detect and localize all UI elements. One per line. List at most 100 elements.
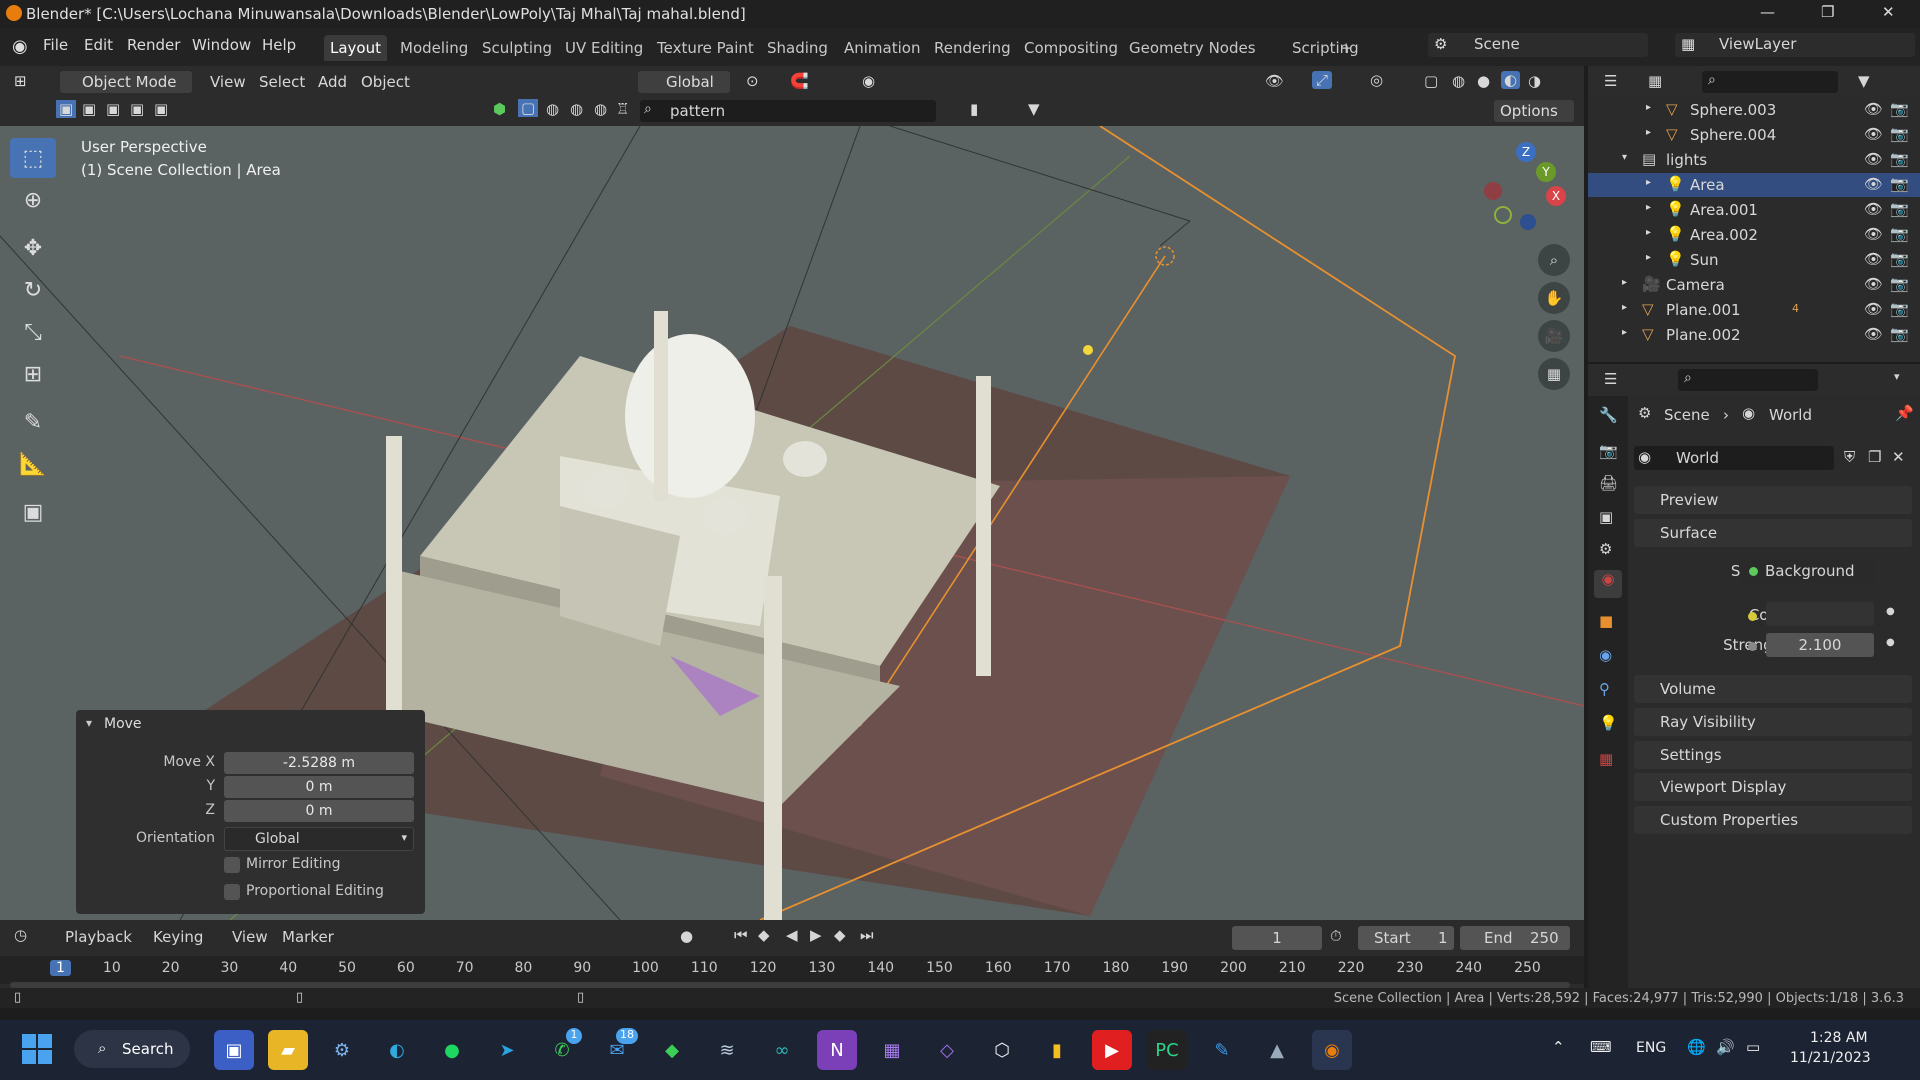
editor-type-icon[interactable]: ⊞	[14, 72, 27, 90]
menu-object[interactable]: Object	[361, 73, 410, 91]
visibility-eye-icon[interactable]: 👁	[1864, 150, 1883, 168]
language-indicator[interactable]: ENG	[1636, 1040, 1666, 1056]
breadcrumb-world[interactable]: World	[1769, 406, 1812, 424]
preview-panel[interactable]: Preview	[1634, 486, 1912, 514]
outliner-row[interactable]: ▸ 💡 Sun 👁 📷	[1588, 248, 1920, 272]
render-camera-icon[interactable]: 📷	[1890, 225, 1909, 243]
annotate-tool-icon[interactable]: ✎	[10, 402, 56, 442]
gizmo-neg-z[interactable]	[1520, 214, 1536, 230]
select-subtract-icon[interactable]: ▣	[106, 100, 120, 118]
tab-geometry-nodes[interactable]: Geometry Nodes	[1123, 35, 1262, 61]
outliner-row[interactable]: ▸ 💡 Area 👁 📷	[1588, 173, 1920, 197]
camera-view-icon[interactable]: 🎥	[1538, 320, 1570, 352]
color-swatch[interactable]	[1766, 602, 1874, 626]
menu-edit[interactable]: Edit	[84, 36, 113, 54]
navigation-gizmo[interactable]: Z Y X	[1476, 142, 1566, 232]
data-tab-icon[interactable]: 💡	[1599, 714, 1618, 732]
arduino-icon[interactable]: ∞	[762, 1030, 802, 1070]
clock-time[interactable]: 1:28 AM	[1810, 1030, 1868, 1046]
render-camera-icon[interactable]: 📷	[1890, 250, 1909, 268]
transform-tool-icon[interactable]: ⊞	[10, 354, 56, 394]
visibility-eye-icon[interactable]: 👁	[1864, 250, 1883, 268]
apps-icon[interactable]: ▣	[214, 1030, 254, 1070]
filter-stamp-icon[interactable]: ♖	[616, 100, 629, 118]
strength-keyframe-icon[interactable]: ●	[1886, 637, 1895, 648]
tab-animation[interactable]: Animation	[838, 35, 926, 61]
surface-panel[interactable]: Surface	[1634, 519, 1912, 547]
gizmo-neg-y[interactable]	[1494, 206, 1512, 224]
expand-chevron-icon[interactable]: ▸	[1622, 302, 1627, 313]
filter-sphere2-icon[interactable]: ◍	[570, 100, 583, 118]
breadcrumb-scene[interactable]: Scene	[1664, 406, 1710, 424]
unlink-icon[interactable]: ✕	[1892, 448, 1905, 466]
unity-icon[interactable]: ⬡	[982, 1030, 1022, 1070]
ray-visibility-panel[interactable]: Ray Visibility	[1634, 708, 1912, 736]
visibility-eye-icon[interactable]: 👁	[1864, 175, 1883, 193]
render-camera-icon[interactable]: 📷	[1890, 300, 1909, 318]
visual-studio-icon[interactable]: ◇	[927, 1030, 967, 1070]
measure-tool-icon[interactable]: 📐	[10, 444, 56, 484]
jump-end-icon[interactable]: ⏭	[860, 926, 874, 944]
play-icon[interactable]: ▶	[810, 926, 822, 944]
youtube-icon[interactable]: ▶	[1092, 1030, 1132, 1070]
visibility-eye-icon[interactable]: 👁	[1864, 225, 1883, 243]
filter-funnel-icon[interactable]: ▼	[1028, 100, 1040, 118]
visibility-eye-icon[interactable]: 👁	[1864, 325, 1883, 343]
filter-select-icon[interactable]: ▢	[518, 99, 539, 117]
shading-solid-icon[interactable]: ●	[1477, 72, 1490, 90]
object-tab-icon[interactable]: ■	[1599, 612, 1613, 630]
texture-tab-icon[interactable]: ▦	[1599, 750, 1613, 768]
settings-icon[interactable]: ⚙	[322, 1030, 362, 1070]
shading-material-icon[interactable]: ◐	[1501, 71, 1521, 89]
mode-dropdown[interactable]: Object Mode	[60, 71, 192, 93]
file-explorer-icon[interactable]: ▰	[268, 1030, 308, 1070]
expand-chevron-icon[interactable]: ▸	[1622, 327, 1627, 338]
visibility-icon[interactable]: 👁	[1265, 72, 1284, 90]
display-mode-icon[interactable]: ▦	[1648, 72, 1662, 90]
tab-shading[interactable]: Shading	[761, 35, 834, 61]
overlay-toggle-icon[interactable]: ◎	[1370, 71, 1383, 89]
tab-uv-editing[interactable]: UV Editing	[559, 35, 649, 61]
notes-icon[interactable]: ▮	[1037, 1030, 1077, 1070]
collapse-chevron-icon[interactable]: ▾	[86, 716, 92, 730]
jump-start-icon[interactable]: ⏮	[734, 926, 748, 944]
rotate-tool-icon[interactable]: ↻	[10, 270, 56, 310]
gizmo-neg-x[interactable]	[1484, 182, 1502, 200]
expand-chevron-icon[interactable]: ▸	[1646, 102, 1651, 113]
menu-view[interactable]: View	[210, 73, 246, 91]
select-invert-icon[interactable]: ▣	[130, 100, 144, 118]
tray-chevron-icon[interactable]: ⌃	[1552, 1038, 1565, 1056]
expand-chevron-icon[interactable]: ▸	[1646, 177, 1651, 188]
tab-layout[interactable]: Layout	[324, 35, 387, 61]
color-keyframe-icon[interactable]: ●	[1886, 606, 1895, 617]
move-panel-title[interactable]: Move	[104, 716, 142, 732]
visibility-eye-icon[interactable]: 👁	[1864, 200, 1883, 218]
snap-icon[interactable]: 🧲	[790, 72, 809, 90]
outliner-row[interactable]: ▸ 🎥 Camera 👁 📷	[1588, 273, 1920, 297]
render-camera-icon[interactable]: 📷	[1890, 275, 1909, 293]
tab-compositing[interactable]: Compositing	[1018, 35, 1124, 61]
pan-hand-icon[interactable]: ✋	[1538, 282, 1570, 314]
outliner-row[interactable]: ▸ ▽ Plane.002 👁 📷	[1588, 323, 1920, 347]
select-tool-icon[interactable]: ⬚	[10, 138, 56, 178]
keyboard-icon[interactable]: ⌨	[1590, 1038, 1612, 1056]
constraints-tab-icon[interactable]: ⚲	[1599, 680, 1610, 698]
properties-editor-icon[interactable]: ☰	[1604, 370, 1617, 388]
marker-menu[interactable]: Marker	[282, 928, 334, 946]
volume-icon[interactable]: 🔊	[1716, 1038, 1735, 1056]
outliner-row[interactable]: ▾ ▤ lights 👁 📷	[1588, 148, 1920, 172]
pivot-icon[interactable]: ⊙	[746, 72, 759, 90]
select-box-icon[interactable]: ▣	[56, 100, 77, 118]
properties-search-field[interactable]: ⌕	[1678, 369, 1818, 391]
blender-menu-icon[interactable]: ◉	[12, 36, 28, 57]
menu-add[interactable]: Add	[318, 73, 347, 91]
network-icon[interactable]: 🌐	[1687, 1038, 1706, 1056]
surface-dropdown[interactable]: Background	[1741, 559, 1875, 583]
gizmo-toggle-icon[interactable]: ⤢	[1312, 71, 1333, 89]
clock-date[interactable]: 11/21/2023	[1790, 1050, 1871, 1066]
blender-taskbar-icon[interactable]: ◉	[1312, 1030, 1352, 1070]
render-camera-icon[interactable]: 📷	[1890, 100, 1909, 118]
battery-icon[interactable]: ▭	[1746, 1038, 1760, 1056]
xray-icon[interactable]: ▢	[1424, 72, 1438, 90]
next-keyframe-icon[interactable]: ◆	[834, 926, 846, 944]
